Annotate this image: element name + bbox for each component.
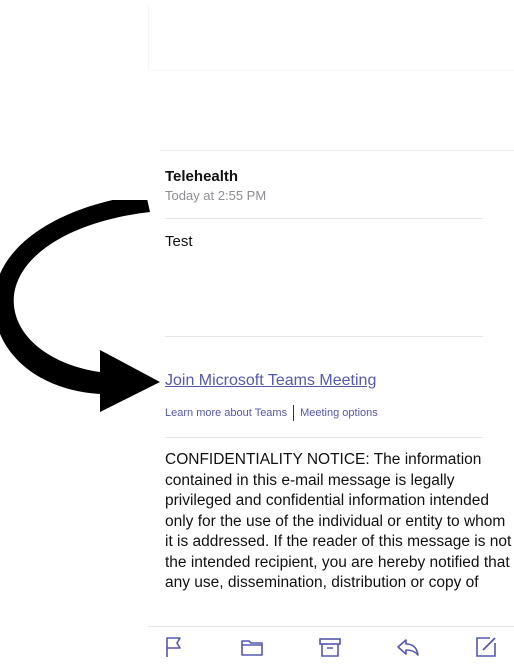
confidentiality-notice: CONFIDENTIALITY NOTICE: The information … bbox=[165, 451, 512, 591]
folder-icon[interactable] bbox=[240, 635, 264, 659]
message-body: Test bbox=[165, 233, 193, 250]
link-separator bbox=[293, 405, 295, 421]
notice-divider bbox=[165, 437, 483, 438]
teams-links-row: Learn more about Teams Meeting options bbox=[165, 405, 378, 421]
archive-icon[interactable] bbox=[318, 635, 342, 659]
meeting-options-link[interactable]: Meeting options bbox=[300, 407, 378, 419]
join-teams-meeting-link[interactable]: Join Microsoft Teams Meeting bbox=[165, 372, 376, 390]
header-divider bbox=[165, 218, 483, 219]
sender-name: Telehealth bbox=[165, 168, 239, 185]
compose-icon[interactable] bbox=[474, 635, 498, 659]
curved-arrow-icon bbox=[0, 200, 160, 412]
body-divider bbox=[165, 336, 483, 337]
timestamp: Today at 2:55 PM bbox=[165, 188, 267, 203]
reply-icon[interactable] bbox=[396, 635, 420, 659]
flag-icon[interactable] bbox=[162, 635, 186, 659]
top-divider bbox=[160, 150, 514, 151]
learn-more-link[interactable]: Learn more about Teams bbox=[165, 407, 287, 419]
bottom-toolbar bbox=[148, 626, 514, 665]
header-area bbox=[148, 4, 514, 71]
